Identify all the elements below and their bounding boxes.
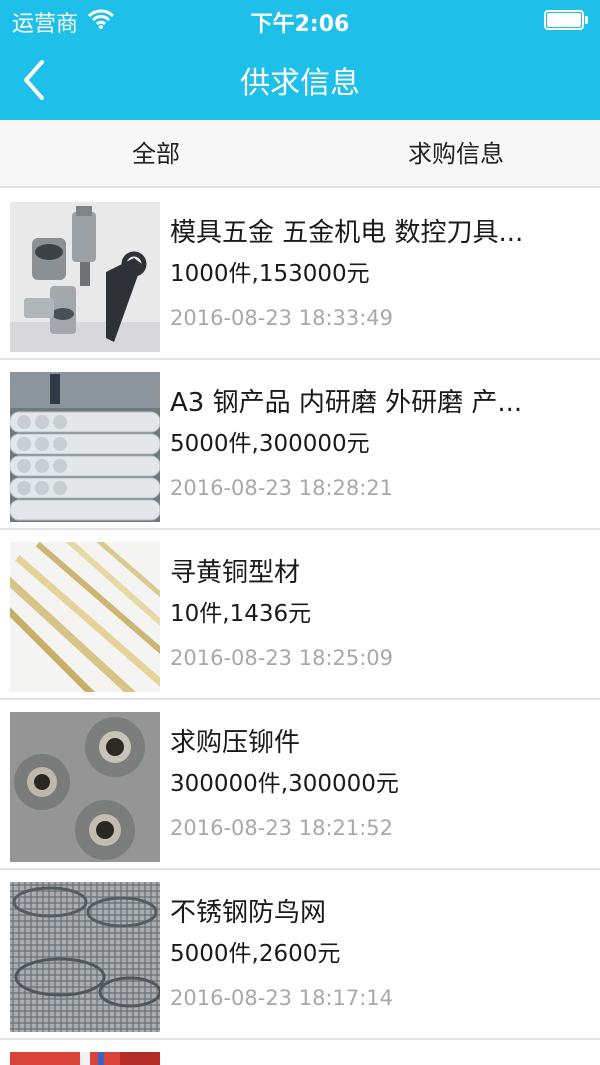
page-title: 供求信息 <box>240 66 360 101</box>
list-item-partial[interactable] <box>0 1040 600 1065</box>
list-item[interactable]: 模具五金 五金机电 数控刀具... 1000件,153000元 2016-08-… <box>0 190 600 360</box>
item-title: 不锈钢防鸟网 <box>170 898 327 928</box>
item-title: A3 钢产品 内研磨 外研磨 产... <box>170 388 523 418</box>
item-quantity-price: 1000件,153000元 <box>170 261 370 287</box>
rivet-nuts-photo <box>10 712 160 862</box>
tab-all[interactable]: 全部 <box>6 120 306 188</box>
item-quantity-price: 5000件,300000元 <box>170 431 370 457</box>
tab-bar: 全部 求购信息 <box>0 120 600 188</box>
list-item[interactable]: A3 钢产品 内研磨 外研磨 产... 5000件,300000元 2016-0… <box>0 360 600 530</box>
app-header: 运营商 下午2:06 供求信息 <box>0 0 600 120</box>
list-item[interactable]: 不锈钢防鸟网 5000件,2600元 2016-08-23 18:17:14 <box>0 870 600 1040</box>
item-timestamp: 2016-08-23 18:21:52 <box>170 816 394 840</box>
status-bar: 运营商 下午2:06 <box>0 0 600 40</box>
brass-bars-photo <box>10 542 160 692</box>
item-timestamp: 2016-08-23 18:33:49 <box>170 306 394 330</box>
list-item[interactable]: 求购压铆件 300000件,300000元 2016-08-23 18:21:5… <box>0 700 600 870</box>
item-timestamp: 2016-08-23 18:25:09 <box>170 646 394 670</box>
battery-icon <box>544 10 588 30</box>
status-time: 下午2:06 <box>250 12 350 37</box>
item-timestamp: 2016-08-23 18:28:21 <box>170 476 394 500</box>
tool-holders-photo <box>10 202 160 352</box>
list-item[interactable]: 寻黄铜型材 10件,1436元 2016-08-23 18:25:09 <box>0 530 600 700</box>
item-quantity-price: 300000件,300000元 <box>170 771 399 797</box>
item-title: 寻黄铜型材 <box>170 558 301 588</box>
item-title: 模具五金 五金机电 数控刀具... <box>170 218 524 248</box>
item-quantity-price: 5000件,2600元 <box>170 941 341 967</box>
tab-purchase-requests[interactable]: 求购信息 <box>306 120 600 188</box>
item-timestamp: 2016-08-23 18:17:14 <box>170 986 394 1010</box>
wire-mesh-photo <box>10 882 160 1032</box>
steel-pipes-photo <box>10 372 160 522</box>
item-title: 求购压铆件 <box>170 728 301 758</box>
item-quantity-price: 10件,1436元 <box>170 601 312 627</box>
partial-product-photo <box>10 1052 160 1065</box>
